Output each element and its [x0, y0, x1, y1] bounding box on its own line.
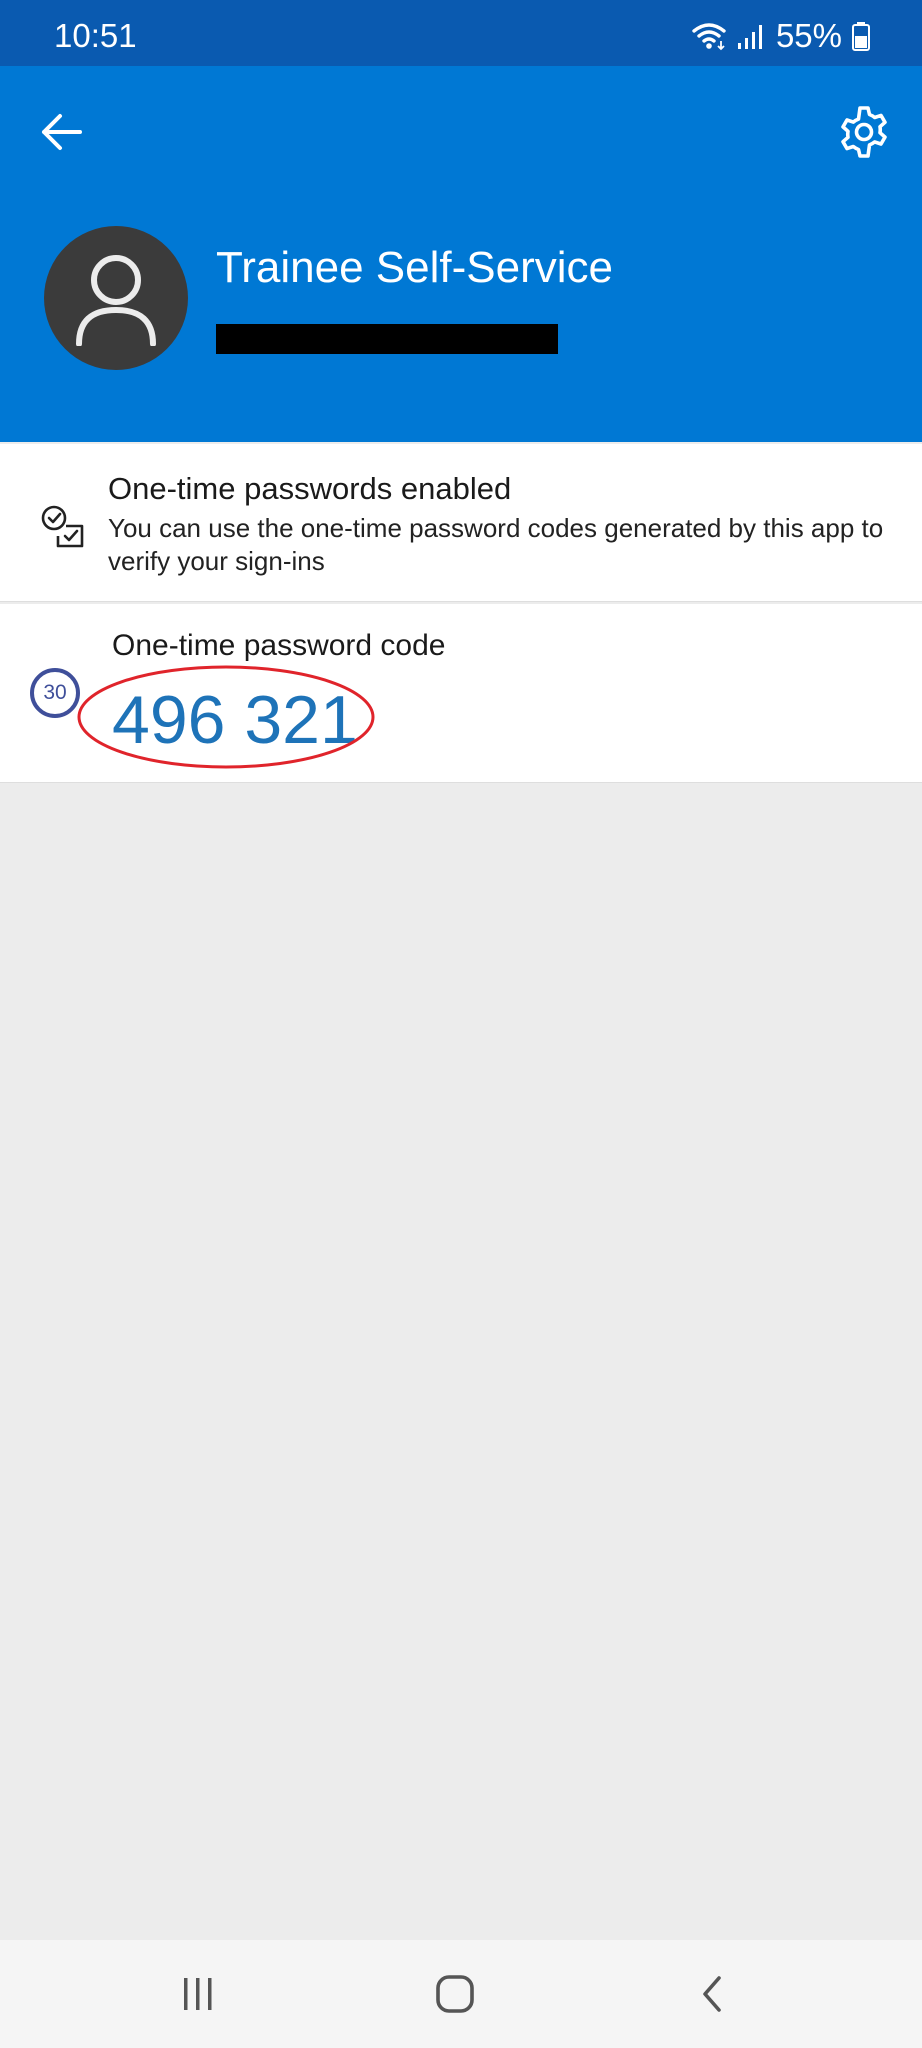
battery-icon [852, 22, 870, 51]
checklist-icon [41, 505, 84, 548]
avatar [44, 226, 188, 370]
account-name: Trainee Self-Service [216, 243, 613, 292]
back-icon [703, 1976, 721, 2012]
countdown-timer: 30 [30, 668, 80, 718]
recents-button[interactable] [168, 1966, 228, 2022]
otp-code-card: 30 One-time password code 496 321 [0, 604, 922, 783]
gear-icon [841, 106, 887, 158]
home-icon [436, 1975, 474, 2013]
account-email-redacted [216, 324, 558, 354]
status-indicators: 55% [692, 16, 870, 56]
wifi-icon [692, 23, 726, 51]
settings-button[interactable] [836, 104, 892, 160]
otp-status-title: One-time passwords enabled [108, 471, 512, 506]
otp-code-label: One-time password code [112, 629, 446, 662]
person-icon [76, 255, 156, 346]
otp-status-description: You can use the one-time password codes … [108, 513, 884, 576]
back-button[interactable] [36, 106, 88, 158]
status-time: 10:51 [54, 17, 137, 54]
battery-percent: 55% [775, 17, 842, 54]
otp-status-card: One-time passwords enabled You can use t… [0, 444, 922, 602]
status-bar: 10:51 55% [0, 0, 922, 66]
home-button[interactable] [425, 1966, 485, 2022]
otp-code-value[interactable]: 496 321 [112, 682, 358, 758]
app-header: Trainee Self-Service [0, 66, 922, 442]
signal-icon [737, 25, 762, 49]
arrow-left-icon [42, 114, 82, 150]
system-back-button[interactable] [683, 1966, 743, 2022]
navigation-bar [0, 1940, 922, 2048]
recents-icon [184, 1978, 212, 2010]
